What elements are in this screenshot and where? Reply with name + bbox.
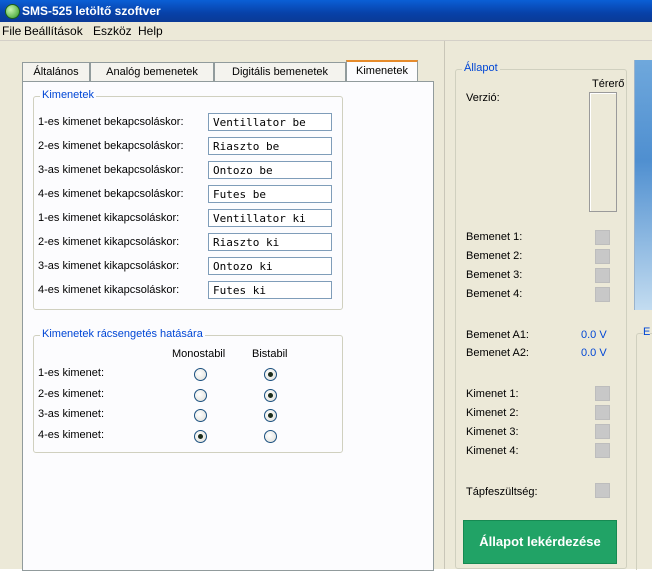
tab-digital-inputs[interactable]: Digitális bemenetek xyxy=(214,62,346,82)
ring-row-label: 3-as kimenet: xyxy=(38,408,105,420)
title-bar: SMS-525 letöltő szoftver xyxy=(0,0,652,22)
analog-input-label: Bemenet A2: xyxy=(466,347,529,359)
radio-monostable-4[interactable] xyxy=(194,430,207,443)
output-status-label: Kimenet 4: xyxy=(466,445,519,457)
tab-page-outputs: Kimenetek 1-es kimenet bekapcsoláskor: V… xyxy=(22,81,434,571)
output-row-label: 1-es kimenet bekapcsoláskor: xyxy=(38,116,184,128)
output-row-label: 4-es kimenet bekapcsoláskor: xyxy=(38,188,184,200)
radio-bistable-1[interactable] xyxy=(264,368,277,381)
output-text-field[interactable]: Riaszto ki xyxy=(208,233,332,251)
ring-row-label: 4-es kimenet: xyxy=(38,429,105,441)
query-status-button[interactable]: Állapot lekérdezése xyxy=(463,520,617,564)
input-4-indicator xyxy=(595,287,610,302)
output-3-indicator xyxy=(595,424,610,439)
tab-general[interactable]: Általános xyxy=(22,62,90,82)
signal-strength-bar xyxy=(589,92,617,212)
signal-strength-label: Térerő xyxy=(592,78,625,90)
output-2-indicator xyxy=(595,405,610,420)
input-3-indicator xyxy=(595,268,610,283)
menu-file[interactable]: File xyxy=(2,24,21,38)
output-text-field[interactable]: Ontozo be xyxy=(208,161,332,179)
output-text-field[interactable]: Riaszto be xyxy=(208,137,332,155)
ring-row-label: 2-es kimenet: xyxy=(38,388,105,400)
output-1-indicator xyxy=(595,386,610,401)
radio-monostable-3[interactable] xyxy=(194,409,207,422)
radio-monostable-2[interactable] xyxy=(194,389,207,402)
output-row-label: 2-es kimenet kikapcsoláskor: xyxy=(38,236,180,248)
analog-input-label: Bemenet A1: xyxy=(466,329,529,341)
app-icon xyxy=(5,4,20,19)
output-text-field[interactable]: Futes ki xyxy=(208,281,332,299)
menu-settings[interactable]: Beállítások xyxy=(24,24,83,38)
outputs-group: Kimenetek 1-es kimenet bekapcsoláskor: V… xyxy=(33,89,343,310)
menu-bar: File Beállítások Eszköz Help xyxy=(0,22,652,41)
version-label: Verzió: xyxy=(466,92,500,104)
input-2-indicator xyxy=(595,249,610,264)
column-header-monostable: Monostabil xyxy=(172,348,226,360)
output-row-label: 2-es kimenet bekapcsoláskor: xyxy=(38,140,184,152)
output-text-field[interactable]: Ventillator be xyxy=(208,113,332,131)
right-preview-pane xyxy=(634,60,652,310)
output-text-field[interactable]: Ontozo ki xyxy=(208,257,332,275)
input-status-label: Bemenet 3: xyxy=(466,269,523,281)
analog-input-value: 0.0 V xyxy=(581,347,607,359)
output-row-label: 3-as kimenet bekapcsoláskor: xyxy=(38,164,184,176)
radio-monostable-1[interactable] xyxy=(194,368,207,381)
input-1-indicator xyxy=(595,230,610,245)
output-row-label: 1-es kimenet kikapcsoláskor: xyxy=(38,212,180,224)
radio-bistable-4[interactable] xyxy=(264,430,277,443)
radio-bistable-2[interactable] xyxy=(264,389,277,402)
menu-help[interactable]: Help xyxy=(138,24,163,38)
right-group-frame xyxy=(636,333,652,570)
output-text-field[interactable]: Futes be xyxy=(208,185,332,203)
supply-voltage-indicator xyxy=(595,483,610,498)
right-group-label: E xyxy=(643,326,651,338)
output-status-label: Kimenet 2: xyxy=(466,407,519,419)
column-header-bistable: Bistabil xyxy=(252,348,288,360)
outputs-group-title: Kimenetek xyxy=(40,89,96,101)
output-row-label: 3-as kimenet kikapcsoláskor: xyxy=(38,260,180,272)
input-status-label: Bemenet 1: xyxy=(466,231,523,243)
menu-device[interactable]: Eszköz xyxy=(93,24,132,38)
analog-input-value: 0.0 V xyxy=(581,329,607,341)
input-status-label: Bemenet 2: xyxy=(466,250,523,262)
input-status-label: Bemenet 4: xyxy=(466,288,523,300)
tab-analog-inputs[interactable]: Analóg bemenetek xyxy=(90,62,214,82)
output-status-label: Kimenet 3: xyxy=(466,426,519,438)
supply-voltage-label: Tápfeszültség: xyxy=(466,486,538,498)
output-status-label: Kimenet 1: xyxy=(466,388,519,400)
radio-bistable-3[interactable] xyxy=(264,409,277,422)
tab-outputs[interactable]: Kimenetek xyxy=(346,60,418,83)
output-row-label: 4-es kimenet kikapcsoláskor: xyxy=(38,284,180,296)
ring-row-label: 1-es kimenet: xyxy=(38,367,105,379)
ring-group: Kimenetek rácsengetés hatására Monostabi… xyxy=(33,328,343,453)
status-group-title: Állapot xyxy=(462,62,500,74)
output-text-field[interactable]: Ventillator ki xyxy=(208,209,332,227)
output-4-indicator xyxy=(595,443,610,458)
window-title: SMS-525 letöltő szoftver xyxy=(22,4,161,18)
ring-group-title: Kimenetek rácsengetés hatására xyxy=(40,328,205,340)
